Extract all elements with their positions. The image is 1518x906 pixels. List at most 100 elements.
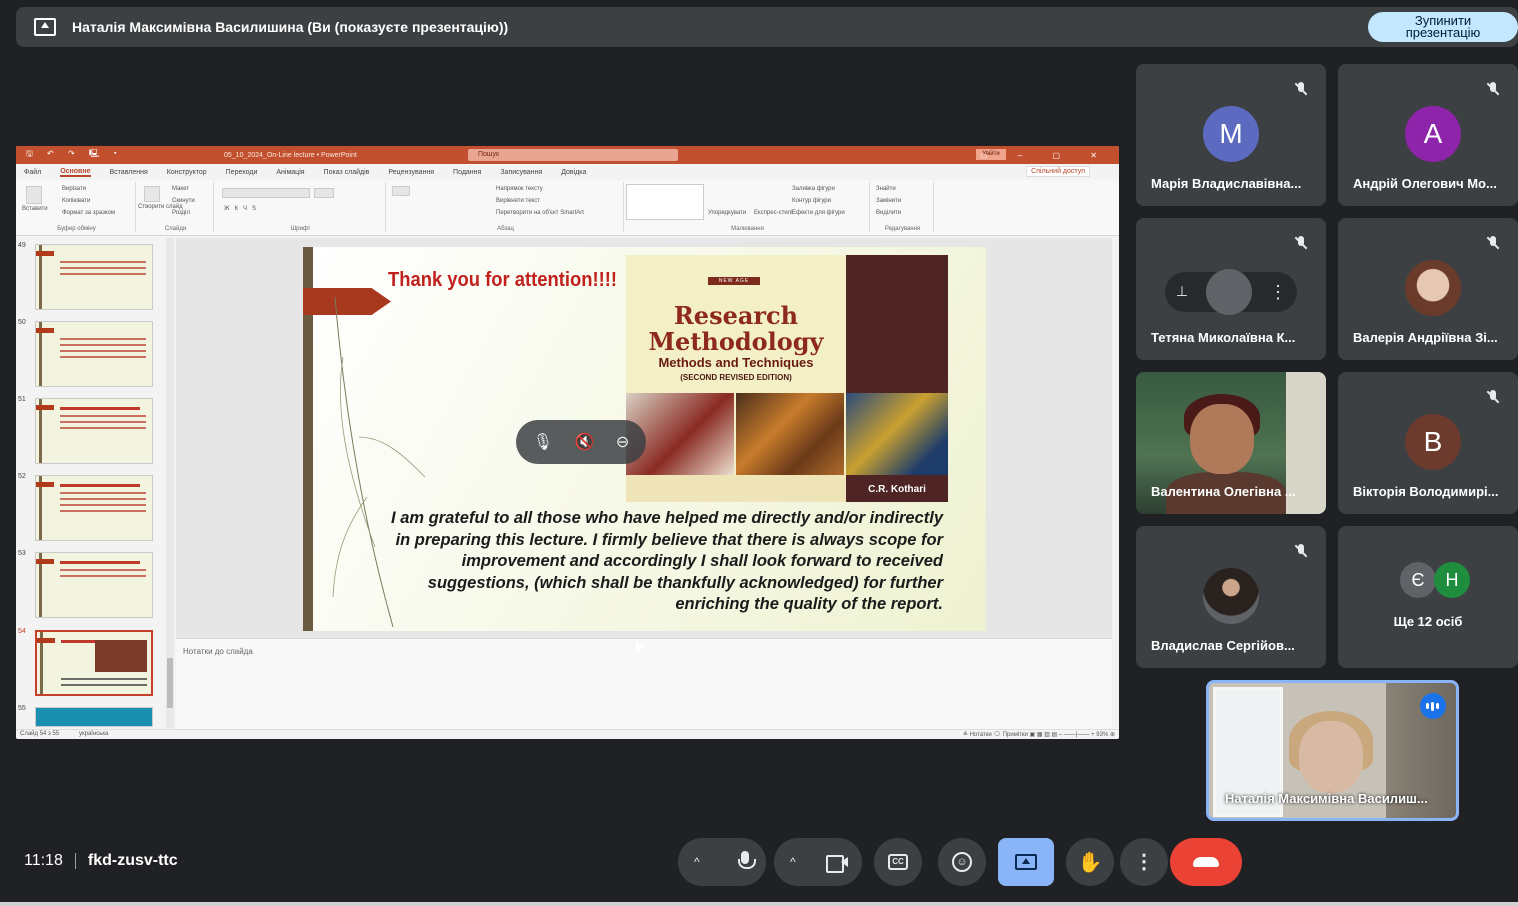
- camera-icon[interactable]: [826, 854, 848, 873]
- thumbnail-image: [35, 552, 153, 618]
- captions-button[interactable]: CC: [874, 838, 922, 886]
- book-publisher: NEW AGE: [708, 277, 760, 285]
- mute-participant-icon[interactable]: [1206, 269, 1252, 315]
- tab-record[interactable]: Записування: [500, 169, 542, 176]
- tab-view[interactable]: Подання: [453, 169, 481, 176]
- window-controls[interactable]: ▭ – ▢ ✕: [980, 151, 1111, 160]
- pin-icon[interactable]: ⊥: [1175, 283, 1189, 301]
- tab-slideshow[interactable]: Показ слайдів: [324, 169, 370, 176]
- book-photo-3: [846, 393, 948, 475]
- paste-icon[interactable]: [26, 186, 42, 204]
- new-slide-icon[interactable]: [144, 186, 160, 202]
- share-button[interactable]: Спільний доступ: [1026, 166, 1090, 177]
- stop-presenting-button[interactable]: Зупинити презентацію: [1368, 12, 1518, 42]
- participant-video-tile[interactable]: Валентина Олегівна ...: [1136, 372, 1326, 514]
- shape-fill-button[interactable]: Заливка фігури: [792, 186, 835, 192]
- tab-animations[interactable]: Анімація: [276, 169, 304, 176]
- participant-tile[interactable]: ⊥ ⋮ Тетяна Миколаївна К...: [1136, 218, 1326, 360]
- select-button[interactable]: Виділити: [876, 210, 901, 216]
- slide-thumbnail[interactable]: 51: [16, 396, 166, 466]
- self-view-tile[interactable]: Наталія Максимівна Василиш...: [1206, 680, 1459, 821]
- format-painter-button[interactable]: Формат за зразком: [62, 210, 115, 216]
- language-indicator[interactable]: українська: [79, 731, 109, 737]
- font-group: ЖКЧS Шрифт: [216, 182, 386, 232]
- tab-transitions[interactable]: Переходи: [226, 169, 258, 176]
- participant-tile[interactable]: М Марія Владиславівна...: [1136, 64, 1326, 206]
- quick-styles-button[interactable]: Експрес-стилі: [754, 210, 793, 216]
- editing-group: Знайти Замінити Виділити Редагування: [872, 182, 934, 232]
- layout-button[interactable]: Макет: [172, 186, 189, 192]
- more-participants-count: Ще 12 осіб: [1393, 614, 1463, 629]
- slide-number: 53: [18, 550, 26, 557]
- smartart-button[interactable]: Перетворити на об'єкт SmartArt: [496, 210, 584, 216]
- audio-options-chevron-icon[interactable]: ^: [694, 855, 700, 869]
- paste-button[interactable]: Вставити: [22, 206, 48, 212]
- slide-thumbnail[interactable]: 53: [16, 550, 166, 620]
- book-cover-image: NEW AGE Research Methodology Methods and…: [626, 255, 948, 502]
- tab-file[interactable]: Файл: [24, 169, 41, 176]
- participant-tile[interactable]: В Вікторія Володимирі...: [1338, 372, 1518, 514]
- find-button[interactable]: Знайти: [876, 186, 896, 192]
- font-name-select[interactable]: [222, 188, 310, 198]
- align-text-button[interactable]: Вирівняти текст: [496, 198, 540, 204]
- slide-canvas: Thank you for attention!!!! NEW AGE Rese…: [176, 238, 1112, 638]
- participant-name: Вікторія Володимирі...: [1353, 484, 1499, 499]
- slide-counter: Слайд 54 з 55: [20, 731, 60, 737]
- speaking-indicator-icon: [1420, 693, 1446, 719]
- more-participants-tile[interactable]: Є Н Ще 12 осіб: [1338, 526, 1518, 668]
- participant-name: Андрій Олегович Мо...: [1353, 176, 1497, 191]
- slide-thumbnail[interactable]: 49: [16, 242, 166, 312]
- video-options-chevron-icon[interactable]: ^: [790, 855, 796, 869]
- slide-thumbnail-selected[interactable]: 54: [16, 628, 166, 698]
- replace-button[interactable]: Замінити: [876, 198, 901, 204]
- more-options-icon[interactable]: ⋮: [1269, 282, 1287, 303]
- shape-outline-button[interactable]: Контур фігури: [792, 198, 831, 204]
- slide-thumbnail[interactable]: 50: [16, 319, 166, 389]
- clipboard-group: Вставити Вирізати Копіювати Формат за зр…: [18, 182, 136, 232]
- participant-tile[interactable]: А Андрій Олегович Мо...: [1338, 64, 1518, 206]
- bullets-button[interactable]: [392, 186, 410, 196]
- more-vert-icon: ⋮: [1134, 851, 1154, 873]
- reset-button[interactable]: Скинути: [172, 198, 195, 204]
- participant-tile[interactable]: Владислав Сергійов...: [1136, 526, 1326, 668]
- leave-call-button[interactable]: [1170, 838, 1242, 886]
- tab-design[interactable]: Конструктор: [167, 169, 207, 176]
- mic-control[interactable]: ^: [678, 838, 766, 886]
- arrange-button[interactable]: Упорядкувати: [708, 210, 746, 216]
- mic-muted-icon: [1290, 78, 1312, 100]
- quick-access-toolbar[interactable]: 🖫 ↶ ↷ 🖳 ▾: [26, 148, 123, 162]
- thumbnails-scrollbar[interactable]: [166, 238, 174, 728]
- view-zoom-controls[interactable]: ≜ Нотатки 🗨 Примітки ▣ ▦ ▥ ▤ – ——|—— + 9…: [963, 731, 1115, 738]
- shapes-gallery[interactable]: [626, 184, 704, 220]
- participant-tile[interactable]: Валерія Андріївна Зі...: [1338, 218, 1518, 360]
- speaker-off-icon[interactable]: 🔇: [574, 432, 594, 452]
- tab-insert[interactable]: Вставлення: [110, 169, 148, 176]
- mic-muted-icon: [1482, 78, 1504, 100]
- shape-effects-button[interactable]: Ефекти для фігури: [792, 210, 845, 216]
- cut-button[interactable]: Вирізати: [62, 186, 86, 192]
- text-direction-button[interactable]: Напрямок тексту: [496, 186, 543, 192]
- slide-thumbnail[interactable]: 52: [16, 473, 166, 543]
- slide-number: 51: [18, 396, 26, 403]
- camera-control[interactable]: ^: [774, 838, 862, 886]
- more-avatar-2: Н: [1434, 562, 1470, 598]
- section-button[interactable]: Розділ: [172, 210, 190, 216]
- reactions-button[interactable]: ☺: [938, 838, 986, 886]
- remove-icon[interactable]: ⊖: [616, 432, 629, 452]
- copy-button[interactable]: Копіювати: [62, 198, 90, 204]
- raise-hand-button[interactable]: ✋: [1066, 838, 1114, 886]
- present-now-button[interactable]: [998, 838, 1054, 886]
- meeting-code[interactable]: fkd-zusv-ttc: [88, 852, 178, 870]
- font-size-select[interactable]: [314, 188, 334, 198]
- more-options-button[interactable]: ⋮: [1120, 838, 1168, 886]
- slide-notes-pane[interactable]: Нотатки до слайда: [176, 638, 1112, 730]
- tab-review[interactable]: Рецензування: [388, 169, 434, 176]
- ppt-search-box[interactable]: Пошук: [468, 149, 678, 161]
- tab-home[interactable]: Основне: [60, 168, 91, 177]
- font-format-buttons[interactable]: ЖКЧS: [224, 206, 261, 212]
- mic-off-icon[interactable]: 🎙: [533, 432, 553, 452]
- microphone-icon[interactable]: [738, 851, 756, 873]
- emoji-icon: ☺: [952, 852, 972, 872]
- tab-help[interactable]: Довідка: [561, 169, 586, 176]
- slide-number: 55: [18, 705, 26, 712]
